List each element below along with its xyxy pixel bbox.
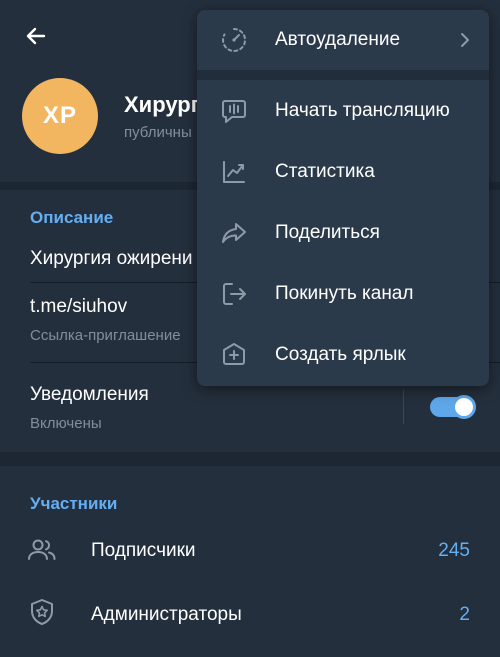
live-stream-icon: [219, 96, 249, 126]
menu-item-label: Начать трансляцию: [275, 100, 450, 121]
leave-icon: [219, 279, 249, 309]
subscribers-label: Подписчики: [91, 540, 196, 561]
administrators-label: Администраторы: [91, 604, 242, 625]
administrators-count: 2: [459, 604, 470, 625]
menu-item-leave-channel[interactable]: Покинуть канал: [197, 264, 489, 324]
back-arrow-icon: [26, 27, 46, 45]
notifications-status: Включены: [30, 415, 102, 432]
channel-subtitle: публичны: [124, 124, 192, 141]
notifications-toggle[interactable]: [430, 395, 476, 419]
menu-item-label: Создать ярлык: [275, 344, 406, 365]
people-icon: [26, 534, 58, 566]
menu-item-label: Статистика: [275, 161, 375, 182]
invite-link-caption: Ссылка-приглашение: [30, 327, 181, 344]
menu-separator: [197, 70, 489, 80]
menu-item-label: Поделиться: [275, 222, 380, 243]
invite-link[interactable]: t.me/siuhov: [30, 296, 127, 318]
description-section-title: Описание: [30, 208, 114, 227]
statistics-icon: [219, 157, 249, 187]
channel-options-menu: Автоудаление Начать трансляцию Статистик…: [197, 10, 489, 386]
notifications-label[interactable]: Уведомления: [30, 384, 149, 406]
channel-avatar[interactable]: ХР: [22, 78, 98, 154]
menu-item-auto-delete[interactable]: Автоудаление: [197, 10, 489, 70]
menu-item-share[interactable]: Поделиться: [197, 203, 489, 263]
toggle-knob: [452, 395, 476, 419]
menu-item-label: Автоудаление: [275, 29, 401, 50]
vertical-separator: [403, 390, 404, 424]
menu-item-statistics[interactable]: Статистика: [197, 142, 489, 202]
menu-item-label: Покинуть канал: [275, 283, 414, 304]
avatar-initials: ХР: [42, 102, 77, 129]
chevron-right-icon: [457, 28, 473, 52]
menu-item-create-shortcut[interactable]: Создать ярлык: [197, 325, 489, 385]
auto-delete-timer-icon: [219, 25, 249, 55]
description-text: Хирургия ожирени: [30, 248, 193, 269]
share-icon: [219, 218, 249, 248]
members-section-title: Участники: [30, 494, 118, 513]
subscribers-count: 245: [438, 540, 470, 561]
admin-shield-icon: [26, 596, 58, 628]
menu-item-start-stream[interactable]: Начать трансляцию: [197, 81, 489, 141]
back-button[interactable]: [18, 18, 54, 54]
add-shortcut-icon: [219, 340, 249, 370]
members-section: Участники Подписчики 245 Администраторы …: [0, 466, 500, 657]
